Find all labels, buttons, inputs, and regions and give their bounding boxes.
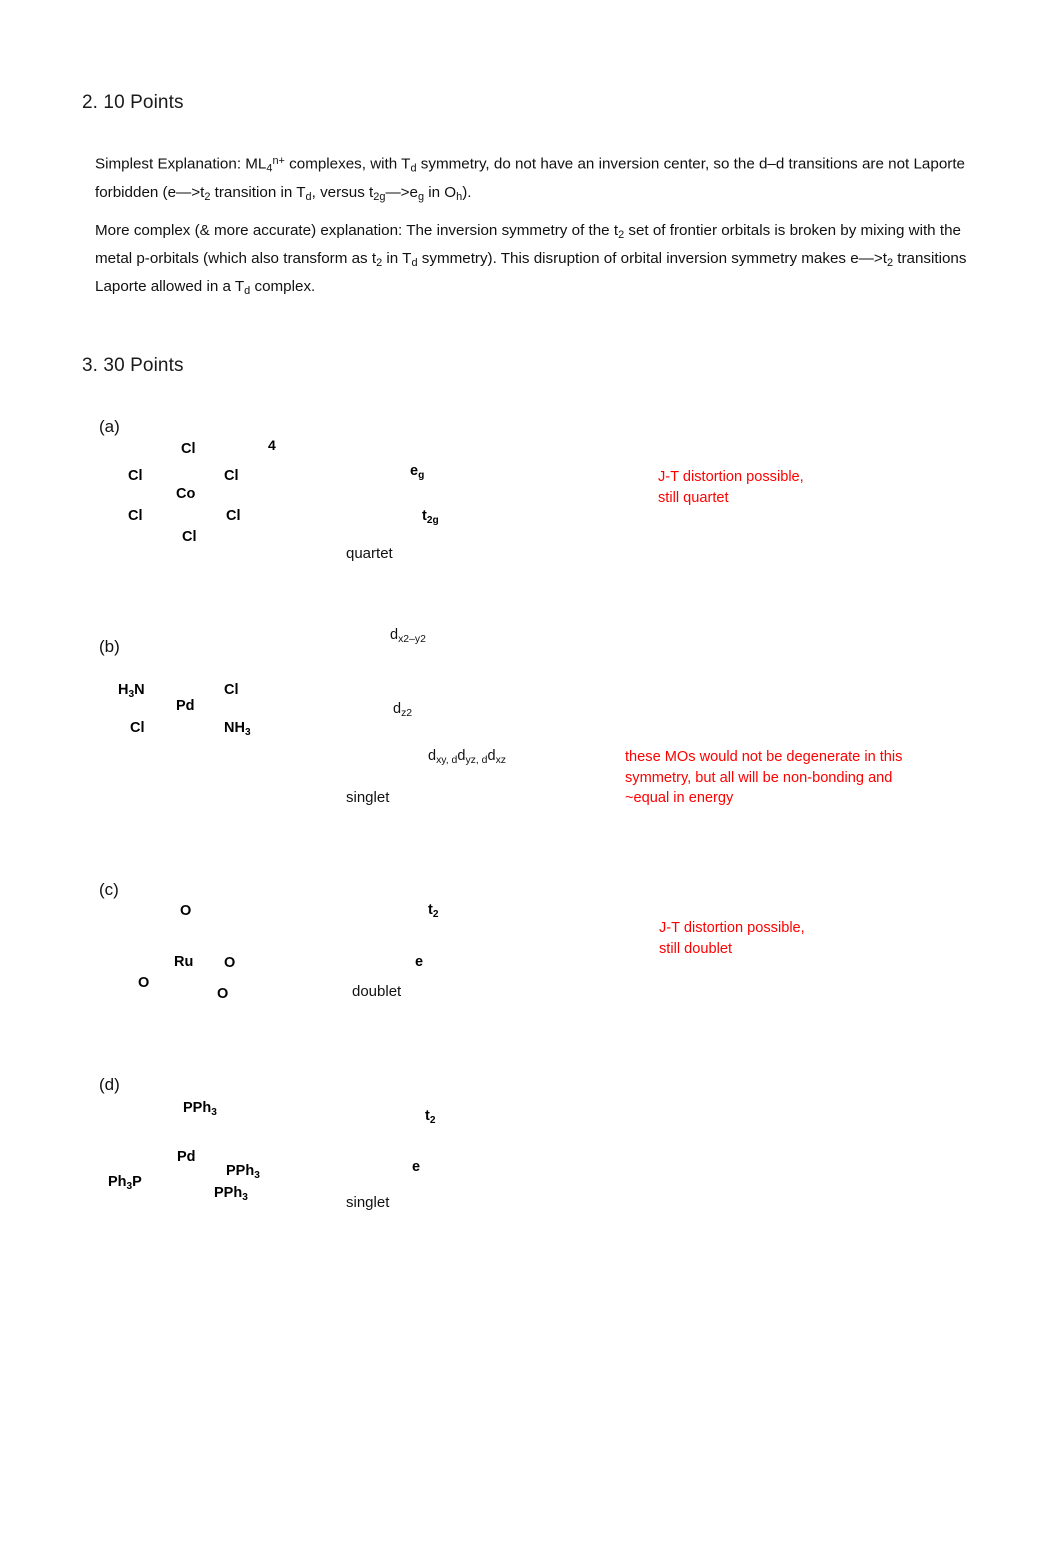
para1-part2: complexes, with T	[284, 155, 411, 173]
para1-part1: Simplest Explanation: ML	[95, 155, 267, 173]
structure-b-ligand-lower-left: Cl	[130, 720, 145, 736]
part-label-c: (c)	[99, 880, 119, 899]
orbital-level-t2-label-c: t2	[428, 902, 439, 920]
para1-part7: in O	[424, 183, 457, 201]
orbital-level-t2g-label-a: t2g	[422, 508, 439, 526]
structure-d-ligand-bottom: PPh3	[214, 1185, 248, 1203]
para2-part1: More complex (& more accurate) explanati…	[95, 222, 619, 239]
annotation-c-line-1: J-T distortion possible,	[659, 920, 805, 936]
para1-part4: transition in T	[210, 183, 306, 201]
section-3-heading: 3. 30 Points	[82, 355, 184, 376]
part-label-d: (d)	[99, 1075, 120, 1094]
structure-d-ligand-top: PPh3	[183, 1100, 217, 1118]
annotation-b-line-2: symmetry, but all will be non-bonding an…	[625, 769, 893, 786]
structure-d-ligand-left: Ph3P	[108, 1174, 142, 1192]
para1-sub5: 2g	[373, 190, 386, 203]
orbital-level-e-label-c: e	[415, 954, 424, 970]
para2-part6: complex.	[250, 278, 316, 296]
orbital-level-e-label-d: e	[412, 1159, 421, 1175]
orbital-level-dxy-dyz-dxz-label-b: dxy, ddyz, ddxz	[428, 748, 506, 766]
annotation-b-line-3: ~equal in energy	[625, 790, 734, 806]
section-2-paragraph-1: Simplest Explanation: ML4n+ complexes, w…	[95, 150, 985, 209]
para1-part8: ).	[462, 183, 472, 201]
structure-a-ligand-upper-right: Cl	[224, 468, 239, 484]
structure-a-ligand-top: Cl	[181, 441, 196, 457]
structure-a-ligand-lower-right: Cl	[226, 508, 241, 524]
structure-d-metal-center: Pd	[177, 1149, 196, 1165]
structure-a-charge: 4	[268, 437, 276, 453]
annotation-c: J-T distortion possible, still doublet	[659, 918, 805, 959]
structure-d-ligand-right: PPh3	[226, 1163, 260, 1181]
structure-a-ligand-bottom: Cl	[182, 529, 197, 545]
document-page: 2. 10 Points Simplest Explanation: ML4n+…	[0, 0, 1062, 1556]
para1-sup1: n+	[272, 155, 285, 167]
structure-a-metal-center: Co	[176, 486, 196, 502]
annotation-a-line-2: still quartet	[658, 489, 729, 506]
para1-part5: , versus t	[311, 183, 374, 201]
structure-b-ligand-upper-left: H3N	[118, 682, 145, 700]
section-2-heading: 2. 10 Points	[82, 92, 184, 113]
annotation-c-line-2: still doublet	[659, 940, 733, 957]
multiplicity-label-a: quartet	[346, 545, 393, 562]
annotation-a-line-1: J-T distortion possible,	[658, 469, 804, 485]
section-2-paragraph-2: More complex (& more accurate) explanati…	[95, 219, 985, 303]
orbital-level-dz2-label-b: dz2	[393, 701, 413, 719]
structure-a-ligand-upper-left: Cl	[128, 468, 143, 484]
multiplicity-label-d: singlet	[346, 1194, 390, 1211]
structure-c-ligand-left: O	[138, 975, 150, 991]
structure-b-ligand-upper-right: Cl	[224, 682, 239, 698]
orbital-level-dx2y2-label-b: dx2–y2	[390, 627, 426, 645]
para2-part4: symmetry). This disruption of orbital in…	[417, 250, 887, 268]
multiplicity-label-b: singlet	[346, 789, 390, 806]
structure-c-ligand-right: O	[224, 955, 236, 971]
structure-b-ligand-lower-right: NH3	[224, 720, 251, 738]
annotation-b-line-1: these MOs would not be degenerate in thi…	[625, 749, 903, 765]
structure-c-metal-center: Ru	[174, 954, 194, 970]
structure-a-ligand-lower-left: Cl	[128, 508, 143, 524]
annotation-a: J-T distortion possible, still quartet	[658, 467, 804, 508]
structure-c-ligand-top: O	[180, 903, 192, 919]
structure-b-metal-center: Pd	[176, 698, 195, 714]
orbital-level-t2-label-d: t2	[425, 1108, 436, 1126]
structure-c-ligand-bottom: O	[217, 986, 229, 1002]
annotation-b: these MOs would not be degenerate in thi…	[625, 747, 902, 809]
multiplicity-label-c: doublet	[352, 983, 402, 1000]
orbital-level-eg-label-a: eg	[410, 463, 425, 481]
para1-part6: —>e	[385, 183, 418, 201]
para2-part3: in T	[382, 250, 412, 268]
part-label-b: (b)	[99, 637, 120, 656]
part-label-a: (a)	[99, 417, 120, 436]
